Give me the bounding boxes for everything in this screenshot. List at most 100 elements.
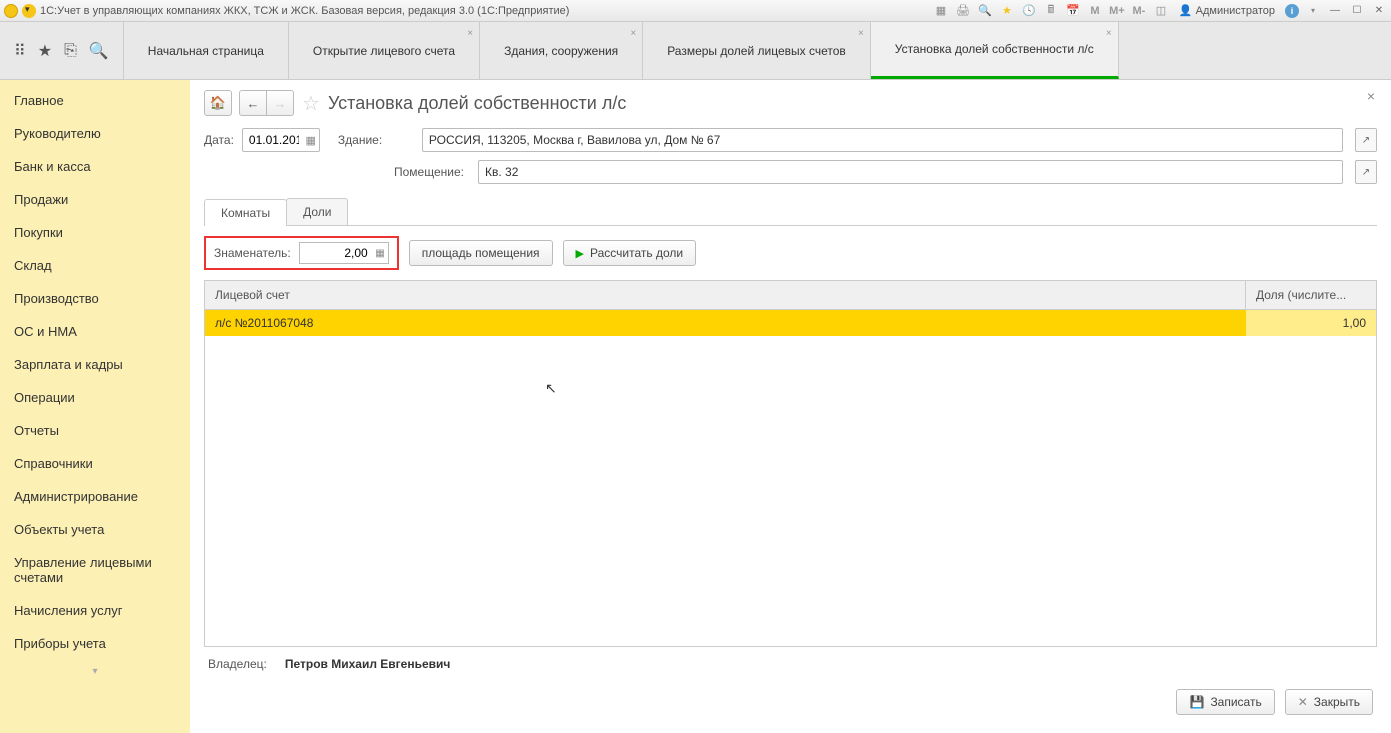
button-label: Закрыть [1314, 695, 1360, 709]
subtab-rooms[interactable]: Комнаты [204, 199, 287, 226]
sidebar-item-warehouse[interactable]: Склад [0, 249, 190, 282]
sidebar-item-reports[interactable]: Отчеты [0, 414, 190, 447]
sidebar-item-label: Начисления услуг [14, 603, 122, 618]
sidebar-item-label: Объекты учета [14, 522, 104, 537]
sidebar-item-label: Приборы учета [14, 636, 106, 651]
sidebar-item-label: Администрирование [14, 489, 138, 504]
tab-share-sizes[interactable]: Размеры долей лицевых счетов × [643, 22, 871, 79]
maximize-button[interactable]: ☐ [1349, 4, 1365, 18]
favorites-icon[interactable]: ★ [38, 41, 52, 61]
m-button[interactable]: M [1087, 3, 1103, 19]
close-window-button[interactable]: ✕ [1371, 4, 1387, 18]
tab-buildings[interactable]: Здания, сооружения × [480, 22, 643, 79]
info-icon[interactable]: i [1285, 4, 1299, 18]
sidebar-item-label: Покупки [14, 225, 63, 240]
grid-header-account[interactable]: Лицевой счет [205, 281, 1246, 309]
tab-close-icon[interactable]: × [1106, 28, 1112, 39]
save-button[interactable]: 💾 Записать [1176, 689, 1274, 715]
m-plus-button[interactable]: M+ [1109, 3, 1125, 19]
grid-body[interactable]: л/с №2011067048 1,00 ↖ [205, 310, 1376, 646]
sidebar-item-meters[interactable]: Приборы учета [0, 627, 190, 660]
building-input[interactable]: РОССИЯ, 113205, Москва г, Вавилова ул, Д… [422, 128, 1343, 152]
tab-set-ownership-shares[interactable]: Установка долей собственности л/с × [871, 22, 1119, 79]
clipboard-icon[interactable]: ⎘ [64, 42, 77, 60]
tab-close-icon[interactable]: × [630, 28, 636, 39]
sidebar-item-administration[interactable]: Администрирование [0, 480, 190, 513]
tab-close-icon[interactable]: × [467, 28, 473, 39]
tabbar-icon-area: ⠿ ★ ⎘ 🔍 [0, 22, 124, 79]
back-button[interactable]: ← [239, 90, 267, 116]
app-logo-icon [4, 4, 18, 18]
building-open-button[interactable]: ↗ [1355, 128, 1377, 152]
calculator-icon[interactable]: 🖩 [1043, 3, 1059, 19]
user-name: Администратор [1196, 5, 1275, 17]
subtabs: Комнаты Доли [204, 198, 1377, 226]
m-minus-button[interactable]: M- [1131, 3, 1147, 19]
toolbar-icon-1[interactable]: ▦ [933, 3, 949, 19]
tab-label: Здания, сооружения [504, 44, 618, 58]
panel-toggle-icon[interactable]: ◫ [1153, 3, 1169, 19]
calculate-shares-button[interactable]: ▶ Рассчитать доли [563, 240, 697, 266]
grid-row[interactable]: л/с №2011067048 1,00 [205, 310, 1376, 336]
minimize-button[interactable]: — [1327, 4, 1343, 18]
sidebar-item-salary[interactable]: Зарплата и кадры [0, 348, 190, 381]
room-input[interactable]: Кв. 32 [478, 160, 1343, 184]
sidebar-more-icon[interactable]: ▾ [0, 660, 190, 683]
date-input[interactable] [242, 128, 320, 152]
tab-label: Открытие лицевого счета [313, 44, 455, 58]
close-button[interactable]: ✕ Закрыть [1285, 689, 1373, 715]
room-value: Кв. 32 [485, 165, 518, 179]
sidebar-item-bank[interactable]: Банк и касса [0, 150, 190, 183]
sidebar-item-objects[interactable]: Объекты учета [0, 513, 190, 546]
sidebar-item-purchases[interactable]: Покупки [0, 216, 190, 249]
forward-button[interactable]: → [266, 90, 294, 116]
calendar-icon[interactable]: 📅 [1065, 3, 1081, 19]
subtab-label: Доли [303, 205, 331, 219]
toolbar-icon-3[interactable]: 🔍 [977, 3, 993, 19]
tab-close-icon[interactable]: × [858, 28, 864, 39]
tab-open-account[interactable]: Открытие лицевого счета × [289, 22, 480, 79]
sidebar-item-accounts-mgmt[interactable]: Управление лицевыми счетами [0, 546, 190, 594]
subtab-shares[interactable]: Доли [286, 198, 348, 225]
sidebar-item-label: Руководителю [14, 126, 101, 141]
sidebar-item-production[interactable]: Производство [0, 282, 190, 315]
grid-header-share[interactable]: Доля (числите... [1246, 281, 1376, 309]
sidebar-item-label: Главное [14, 93, 64, 108]
app-menu-dropdown[interactable] [22, 4, 36, 18]
grid-cell-account: л/с №2011067048 [205, 310, 1246, 336]
sidebar-item-label: Производство [14, 291, 99, 306]
sidebar-item-operations[interactable]: Операции [0, 381, 190, 414]
content-close-button[interactable]: × [1367, 88, 1375, 104]
tab-label: Установка долей собственности л/с [895, 42, 1094, 56]
apps-grid-icon[interactable]: ⠿ [14, 41, 26, 61]
calculator-picker-icon[interactable]: ▦ [375, 248, 384, 259]
sidebar-item-label: Склад [14, 258, 52, 273]
room-open-button[interactable]: ↗ [1355, 160, 1377, 184]
history-icon[interactable]: 🕓 [1021, 3, 1037, 19]
sidebar-item-main[interactable]: Главное [0, 84, 190, 117]
grid-cell-share: 1,00 [1246, 310, 1376, 336]
owner-name: Петров Михаил Евгеньевич [285, 657, 451, 671]
home-button[interactable]: 🏠 [204, 90, 232, 116]
button-label: Рассчитать доли [590, 246, 683, 260]
sidebar-item-label: Справочники [14, 456, 93, 471]
accounts-grid: Лицевой счет Доля (числите... л/с №20110… [204, 280, 1377, 647]
tab-start-page[interactable]: Начальная страница [124, 22, 289, 79]
sidebar-item-assets[interactable]: ОС и НМА [0, 315, 190, 348]
toolbar-icon-2[interactable]: 🖨 [955, 3, 971, 19]
info-dropdown-icon[interactable]: ▾ [1305, 3, 1321, 19]
close-icon: ✕ [1298, 695, 1308, 709]
sidebar-item-directories[interactable]: Справочники [0, 447, 190, 480]
sidebar-item-label: Операции [14, 390, 75, 405]
favorite-toggle-icon[interactable]: ☆ [302, 91, 320, 116]
room-area-button[interactable]: площадь помещения [409, 240, 553, 266]
favorite-star-icon[interactable]: ★ [999, 3, 1015, 19]
grid-header: Лицевой счет Доля (числите... [205, 281, 1376, 310]
sidebar-item-service-charges[interactable]: Начисления услуг [0, 594, 190, 627]
user-indicator[interactable]: 👤 Администратор [1175, 4, 1279, 17]
sidebar-item-sales[interactable]: Продажи [0, 183, 190, 216]
search-icon[interactable]: 🔍 [89, 41, 109, 61]
bottom-actions: 💾 Записать ✕ Закрыть [204, 681, 1377, 723]
user-icon: 👤 [1179, 4, 1193, 17]
sidebar-item-manager[interactable]: Руководителю [0, 117, 190, 150]
